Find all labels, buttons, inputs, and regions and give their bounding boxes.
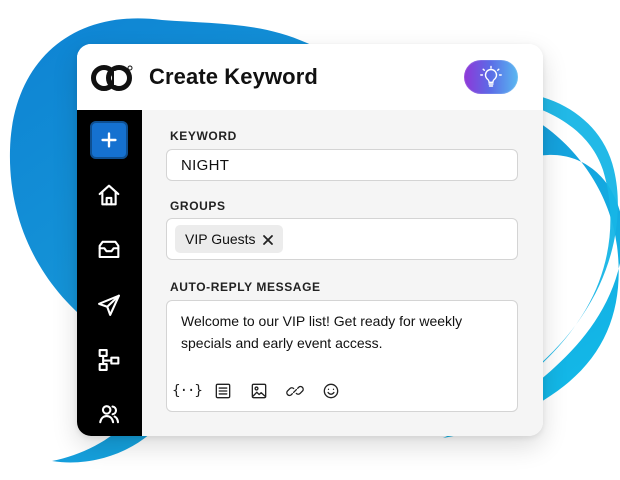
keyword-value: NIGHT [181, 157, 230, 174]
create-keyword-card: Create Keyword KEYWORD NIGHT GROUPS VIP … [77, 44, 543, 436]
sidebar-item-send[interactable] [90, 286, 128, 324]
users-icon [99, 405, 120, 424]
idea-button[interactable] [464, 60, 518, 94]
group-tag-label: VIP Guests [185, 231, 256, 247]
image-icon[interactable] [249, 381, 269, 401]
groups-label: GROUPS [170, 199, 226, 213]
emoji-icon[interactable] [321, 381, 341, 401]
sidebar-item-flow[interactable] [90, 341, 128, 379]
link-icon[interactable] [285, 381, 305, 401]
page-title: Create Keyword [149, 64, 318, 89]
group-tag[interactable]: VIP Guests [175, 225, 283, 253]
groups-input[interactable]: VIP Guests [166, 218, 518, 260]
home-icon [98, 184, 120, 206]
app-stage: Create Keyword KEYWORD NIGHT GROUPS VIP … [0, 0, 620, 480]
inbox-icon [98, 240, 120, 259]
sidebar [77, 110, 142, 436]
flow-icon [98, 349, 120, 371]
sidebar-item-add[interactable] [90, 121, 128, 159]
variables-icon[interactable]: {··} [172, 381, 203, 401]
close-icon[interactable] [262, 233, 274, 245]
lightbulb-icon [479, 65, 503, 89]
send-icon [98, 294, 120, 316]
sidebar-item-inbox[interactable] [90, 231, 128, 269]
keyword-form: KEYWORD NIGHT GROUPS VIP Guests AUTO-REP… [142, 110, 543, 436]
auto-reply-label: AUTO-REPLY MESSAGE [170, 280, 321, 294]
template-icon[interactable] [213, 381, 233, 401]
sidebar-item-home[interactable] [90, 176, 128, 214]
auto-reply-message-text: Welcome to our VIP list! Get ready for w… [181, 313, 463, 351]
keyword-label: KEYWORD [170, 129, 237, 143]
auto-reply-message-input[interactable]: Welcome to our VIP list! Get ready for w… [166, 300, 518, 412]
sidebar-item-users[interactable] [90, 395, 128, 433]
message-toolbar: {··} [172, 379, 341, 403]
card-header: Create Keyword [77, 44, 543, 110]
brand-logo-icon [90, 62, 136, 94]
plus-icon [101, 132, 117, 148]
keyword-input[interactable]: NIGHT [166, 149, 518, 181]
